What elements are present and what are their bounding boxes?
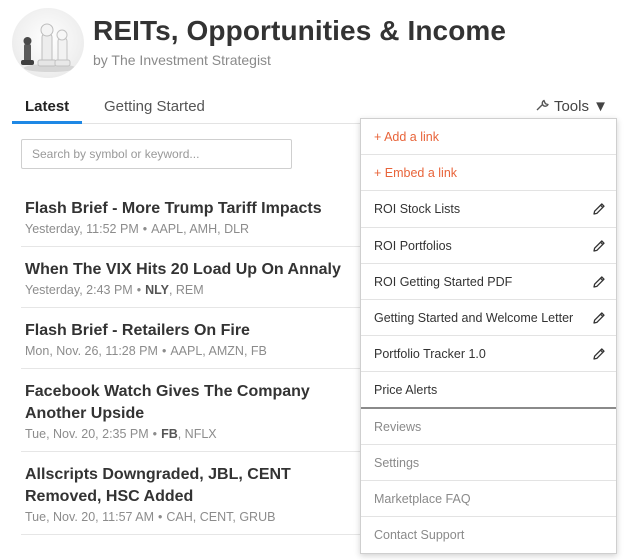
menu-item-label: Marketplace FAQ bbox=[374, 491, 471, 506]
menu-item[interactable]: Portfolio Tracker 1.0 bbox=[361, 336, 616, 373]
tab-getting-started[interactable]: Getting Started bbox=[104, 98, 205, 124]
menu-item[interactable]: Marketplace FAQ bbox=[361, 481, 616, 518]
article-meta: Tue, Nov. 20, 2:35 PM • FB, NFLX bbox=[25, 427, 366, 441]
tools-dropdown-button[interactable]: Tools ▼ bbox=[535, 98, 608, 115]
pencil-edit-icon[interactable] bbox=[592, 275, 606, 289]
article-tickers[interactable]: , REM bbox=[169, 283, 204, 297]
article-item[interactable]: Facebook Watch Gives The Company Another… bbox=[21, 369, 366, 452]
article-date: Yesterday, 2:43 PM bbox=[25, 283, 133, 297]
menu-item[interactable]: Settings bbox=[361, 445, 616, 481]
menu-item[interactable]: + Embed a link bbox=[361, 155, 616, 192]
ticker-primary[interactable]: FB bbox=[161, 427, 178, 441]
article-title[interactable]: Flash Brief - Retailers On Fire bbox=[25, 320, 366, 342]
article-item[interactable]: Flash Brief - Retailers On Fire Mon, Nov.… bbox=[21, 308, 366, 369]
page-header: REITs, Opportunities & Income by The Inv… bbox=[12, 8, 612, 80]
article-tickers[interactable]: AAPL, AMH, DLR bbox=[151, 222, 249, 236]
menu-item-label: ROI Portfolios bbox=[374, 238, 452, 253]
menu-item-label: Price Alerts bbox=[374, 383, 438, 398]
menu-item[interactable]: ROI Stock Lists bbox=[361, 191, 616, 228]
article-item[interactable]: Allscripts Downgraded, JBL, CENT Removed… bbox=[21, 452, 366, 535]
article-item[interactable]: When The VIX Hits 20 Load Up On Annaly Ye… bbox=[21, 247, 366, 308]
menu-item-label: + Add a link bbox=[374, 130, 439, 144]
menu-item-label: Getting Started and Welcome Letter bbox=[374, 310, 574, 325]
article-meta: Tue, Nov. 20, 11:57 AM • CAH, CENT, GRUB bbox=[25, 510, 366, 524]
menu-item-label: Settings bbox=[374, 455, 420, 470]
menu-item-label: Portfolio Tracker 1.0 bbox=[374, 347, 486, 362]
meta-separator: • bbox=[136, 283, 142, 297]
meta-separator: • bbox=[142, 222, 148, 236]
menu-item[interactable]: + Add a link bbox=[361, 119, 616, 156]
article-tickers[interactable]: CAH, CENT, GRUB bbox=[166, 510, 275, 524]
ticker-primary[interactable]: NLY bbox=[145, 283, 169, 297]
article-meta: Yesterday, 11:52 PM • AAPL, AMH, DLR bbox=[25, 222, 366, 236]
article-tickers[interactable]: AAPL, AMZN, FB bbox=[170, 344, 267, 358]
menu-item[interactable]: ROI Portfolios bbox=[361, 228, 616, 264]
menu-item[interactable]: ROI Getting Started PDF bbox=[361, 264, 616, 300]
pencil-edit-icon[interactable] bbox=[592, 347, 606, 361]
article-list: Flash Brief - More Trump Tariff Impacts Y… bbox=[21, 186, 366, 535]
page-title: REITs, Opportunities & Income bbox=[93, 15, 507, 46]
meta-separator: • bbox=[158, 510, 163, 524]
menu-item-label: ROI Getting Started PDF bbox=[374, 274, 513, 289]
article-item[interactable]: Flash Brief - More Trump Tariff Impacts Y… bbox=[21, 186, 366, 247]
article-tickers[interactable]: , NFLX bbox=[178, 427, 217, 441]
menu-item-label: ROI Stock Lists bbox=[374, 202, 461, 217]
menu-item[interactable]: Price Alerts bbox=[361, 372, 616, 409]
tools-label: Tools ▼ bbox=[553, 98, 608, 115]
article-meta: Mon, Nov. 26, 11:28 PM • AAPL, AMZN, FB bbox=[25, 344, 366, 358]
tab-latest[interactable]: Latest bbox=[12, 98, 82, 124]
meta-separator: • bbox=[161, 344, 167, 358]
menu-item-label: Contact Support bbox=[374, 528, 465, 543]
article-date: Mon, Nov. 26, 11:28 PM bbox=[25, 344, 158, 358]
menu-item-label: Reviews bbox=[374, 419, 422, 434]
wrench-icon bbox=[536, 99, 549, 111]
article-title[interactable]: Flash Brief - More Trump Tariff Impacts bbox=[25, 198, 366, 220]
article-title[interactable]: Allscripts Downgraded, JBL, CENT Removed… bbox=[25, 464, 366, 508]
menu-item[interactable]: Getting Started and Welcome Letter bbox=[361, 300, 616, 337]
search-input[interactable] bbox=[21, 139, 292, 169]
pencil-edit-icon[interactable] bbox=[592, 311, 606, 325]
pencil-edit-icon[interactable] bbox=[592, 202, 606, 216]
article-title[interactable]: Facebook Watch Gives The Company Another… bbox=[25, 381, 366, 425]
article-date: Tue, Nov. 20, 11:57 AM bbox=[25, 510, 155, 524]
article-title[interactable]: When The VIX Hits 20 Load Up On Annaly bbox=[25, 259, 366, 281]
menu-item-label: + Embed a link bbox=[374, 166, 458, 181]
pencil-edit-icon[interactable] bbox=[592, 239, 606, 253]
tools-menu: + Add a link + Embed a link ROI Stock List… bbox=[360, 118, 617, 555]
meta-separator: • bbox=[152, 427, 158, 441]
article-meta: Yesterday, 2:43 PM • NLY, REM bbox=[25, 283, 366, 297]
chess-pieces-logo bbox=[12, 8, 84, 78]
menu-item[interactable]: Contact Support bbox=[361, 517, 616, 553]
article-date: Yesterday, 11:52 PM bbox=[25, 222, 139, 236]
menu-item[interactable]: Reviews bbox=[361, 409, 616, 445]
article-date: Tue, Nov. 20, 2:35 PM bbox=[25, 427, 149, 441]
page-subtitle: by The Investment Strategist bbox=[93, 52, 271, 68]
